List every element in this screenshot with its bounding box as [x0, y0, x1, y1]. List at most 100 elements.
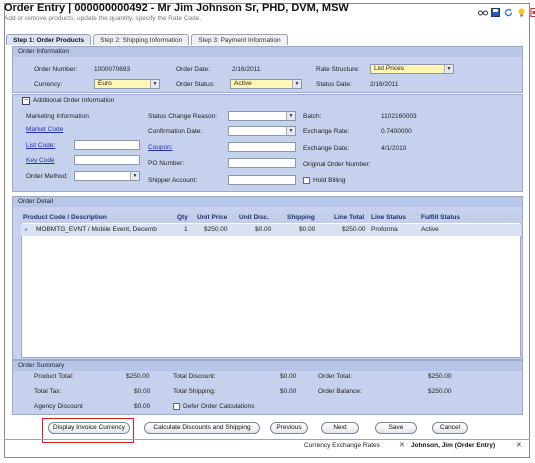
list-code-input[interactable] — [74, 140, 140, 150]
currency-select[interactable]: Euro ▼ — [94, 79, 160, 89]
section-title: Order Detail — [13, 197, 522, 207]
cell-line-status: Proforma — [371, 226, 398, 233]
step-tabs: Step 1: Order Products Step 2: Shipping … — [6, 34, 288, 45]
coupon-link[interactable]: Coupon: — [148, 144, 173, 151]
col-line-status[interactable]: Line Status — [371, 214, 406, 221]
previous-button[interactable]: Previous — [270, 422, 308, 434]
status-change-reason-select[interactable]: ▼ — [228, 111, 296, 121]
cancel-button[interactable]: Cancel — [432, 422, 468, 434]
exchange-rate-label: Exchange Rate: — [303, 128, 350, 135]
status-date-label: Status Date: — [316, 81, 352, 88]
shipper-account-label: Shipper Account: — [148, 177, 198, 184]
confirmation-date-select[interactable]: ▼ — [228, 126, 296, 136]
order-balance-value: $250.00 — [428, 388, 452, 395]
key-code-input[interactable] — [74, 155, 140, 165]
rate-structure-value: List Prices — [374, 65, 404, 72]
chevron-down-icon: ▼ — [150, 80, 159, 88]
calculate-discounts-button[interactable]: Calculate Discounts and Shipping — [144, 422, 260, 434]
page-title: Order Entry | 000000000492 - Mr Jim John… — [4, 2, 349, 14]
close-icon[interactable]: ✕ — [399, 441, 405, 451]
col-unit-price[interactable]: Unit Price — [197, 214, 227, 221]
list-code-link[interactable]: List Code: — [26, 142, 55, 149]
defer-order-calculations-checkbox[interactable] — [173, 403, 180, 410]
chevron-down-icon: ▼ — [292, 80, 301, 88]
marketing-information-label: Marketing Information — [26, 113, 89, 120]
order-entry-window-tab[interactable]: Johnson, Jim (Order Entry) — [411, 441, 495, 451]
coupon-input[interactable] — [228, 142, 296, 152]
tab-order-products[interactable]: Step 1: Order Products — [6, 34, 92, 45]
col-line-total[interactable]: Line Total — [334, 214, 364, 221]
product-total-value: $250.00 — [126, 373, 150, 380]
collapse-toggle[interactable]: − — [22, 97, 30, 105]
section-title: Order Summary — [13, 361, 522, 371]
order-status-value: Active — [234, 80, 252, 87]
cell-qty: 1 — [184, 226, 188, 233]
agency-discount-label: Agency Discount — [34, 403, 83, 410]
currency-exchange-tab[interactable]: Currency Exchange Rates — [304, 441, 380, 451]
batch-label: Batch: — [303, 113, 322, 120]
key-code-link[interactable]: Key Code — [26, 157, 55, 164]
defer-order-calculations-label: Defer Order Calculations — [183, 403, 255, 410]
po-number-input[interactable] — [228, 158, 296, 168]
shipper-account-input[interactable] — [228, 175, 296, 185]
order-total-value: $250.00 — [428, 373, 452, 380]
cell-shipping: $0.00 — [299, 226, 316, 233]
save-button[interactable]: Save — [375, 422, 417, 434]
rate-structure-select[interactable]: List Prices ▼ — [370, 64, 454, 74]
order-total-label: Order Total: — [318, 373, 352, 380]
col-fulfill-status[interactable]: Fulfill Status — [421, 214, 460, 221]
cell-product: MOBMTG_EVNT / Mobile Event, Decemb — [36, 226, 157, 233]
table-row[interactable]: ▸ MOBMTG_EVNT / Mobile Event, Decemb 1 $… — [21, 224, 521, 236]
order-status-label: Order Status: — [176, 81, 215, 88]
page-subtitle: Add or remove products, update the quant… — [4, 15, 202, 22]
order-status-select[interactable]: Active ▼ — [230, 79, 302, 89]
next-button[interactable]: Next — [321, 422, 359, 434]
exchange-date-value: 4/1/2010 — [381, 145, 407, 152]
order-number-value: 1000070693 — [94, 66, 131, 73]
display-invoice-currency-button[interactable]: Display Invoice Currency — [48, 422, 130, 434]
hold-billing-checkbox[interactable] — [303, 177, 310, 184]
confirmation-date-label: Confirmation Date: — [148, 128, 203, 135]
order-date-label: Order Date: — [176, 66, 210, 73]
order-method-label: Order Method: — [26, 173, 68, 180]
chevron-down-icon: ▼ — [130, 172, 139, 180]
hold-billing-label: Hold Billing — [313, 177, 346, 184]
expand-row-icon[interactable]: ▸ — [25, 226, 28, 233]
order-date-value: 2/16/2011 — [232, 66, 261, 73]
order-balance-label: Order Balance: — [318, 388, 362, 395]
order-method-select[interactable]: ▼ — [74, 171, 140, 181]
order-number-label: Order Number: — [34, 66, 78, 73]
document-icon[interactable] — [530, 8, 535, 17]
chevron-down-icon: ▼ — [444, 65, 453, 73]
total-tax-label: Total Tax: — [34, 388, 62, 395]
total-tax-value: $0.00 — [134, 388, 151, 395]
market-code-link[interactable]: Market Code — [26, 126, 63, 133]
rate-structure-label: Rate Structure: — [316, 66, 360, 73]
total-shipping-value: $0.00 — [280, 388, 297, 395]
cell-fulfill-status: Active — [421, 226, 439, 233]
col-product[interactable]: Product Code / Description — [23, 214, 107, 221]
col-shipping[interactable]: Shipping — [287, 214, 315, 221]
refresh-icon[interactable] — [504, 8, 513, 17]
col-unit-disc[interactable]: Unit Disc. — [239, 214, 269, 221]
lightbulb-icon[interactable] — [517, 8, 526, 17]
po-number-label: PO Number: — [148, 160, 185, 167]
grid-header: Product Code / Description Qty Unit Pric… — [21, 213, 521, 223]
status-change-reason-label: Status Change Reason: — [148, 113, 218, 120]
product-total-label: Product Total: — [34, 373, 74, 380]
currency-label: Currency: — [34, 81, 63, 88]
chevron-down-icon: ▼ — [286, 127, 295, 135]
chevron-down-icon: ▼ — [286, 112, 295, 120]
total-discount-label: Total Discount: — [173, 373, 216, 380]
cell-line-total: $250.00 — [342, 226, 366, 233]
save-disk-icon[interactable] — [491, 8, 500, 17]
close-icon[interactable]: ✕ — [516, 441, 522, 451]
statusbar-divider — [4, 439, 530, 440]
agency-discount-value: $0.00 — [134, 403, 151, 410]
col-qty[interactable]: Qty — [177, 214, 188, 221]
tab-payment-information[interactable]: Step 3: Payment Information — [191, 34, 288, 45]
batch-value: 1102160003 — [381, 113, 417, 120]
glasses-icon[interactable] — [478, 8, 488, 17]
total-shipping-label: Total Shipping: — [173, 388, 216, 395]
tab-shipping-information[interactable]: Step 2: Shipping Information — [93, 34, 190, 45]
